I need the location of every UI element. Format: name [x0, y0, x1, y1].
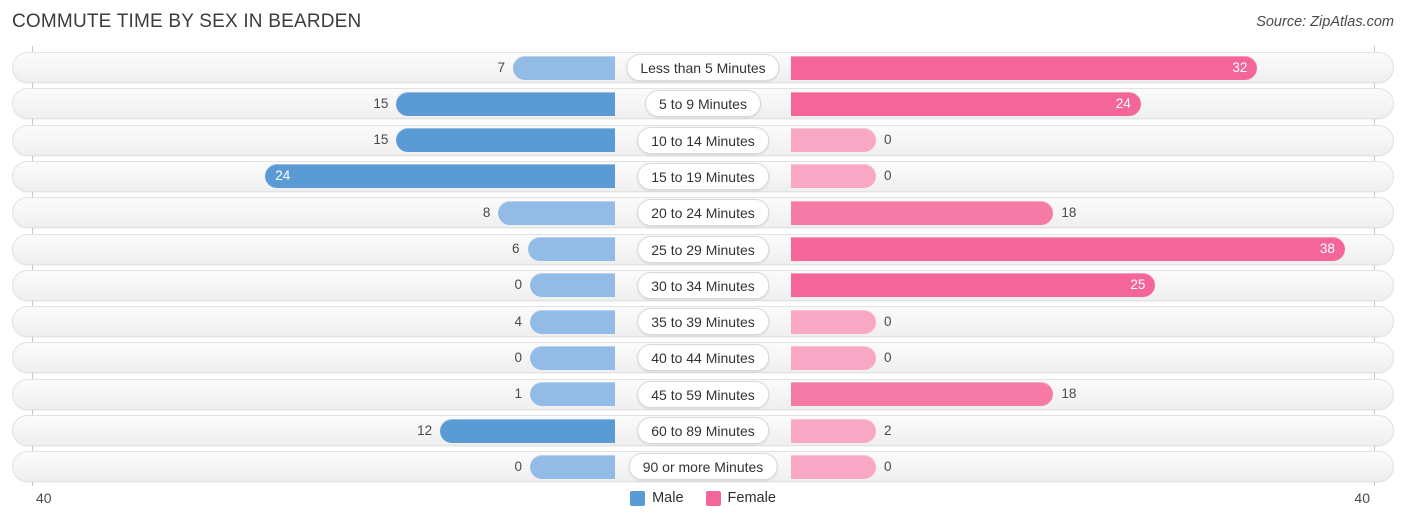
bar-value-female: 0: [884, 349, 892, 365]
legend-swatch-female-icon: [705, 490, 721, 506]
bar-value-female: 18: [1061, 386, 1077, 402]
chart-header: COMMUTE TIME BY SEX IN BEARDEN Source: Z…: [0, 0, 1406, 46]
bar-female[interactable]: [791, 55, 1258, 80]
bar-value-female: 24: [1115, 95, 1131, 111]
chart-legend: Male Female: [0, 490, 1406, 506]
category-label: 60 to 89 Minutes: [637, 417, 769, 444]
bar-value-male: 15: [373, 132, 389, 148]
category-label: Less than 5 Minutes: [626, 54, 780, 81]
bar-value-female: 0: [884, 313, 892, 329]
legend-item-male[interactable]: Male: [630, 490, 684, 506]
bar-value-male: 15: [373, 95, 389, 111]
bar-female[interactable]: [791, 273, 1156, 298]
category-label: 45 to 59 Minutes: [637, 380, 769, 408]
bar-value-male: 0: [514, 349, 522, 365]
category-label: 35 to 39 Minutes: [637, 308, 769, 336]
bar-value-female: 0: [884, 132, 892, 148]
bar-value-male: 6: [512, 241, 520, 256]
bar-female[interactable]: [791, 345, 876, 370]
bar-male[interactable]: [440, 418, 615, 443]
bar-value-female: 32: [1232, 59, 1248, 75]
category-label: 10 to 14 Minutes: [637, 126, 769, 154]
bar-male[interactable]: [498, 200, 615, 225]
legend-item-female[interactable]: Female: [705, 490, 776, 506]
bar-male[interactable]: [265, 164, 615, 189]
bar-value-male: 0: [514, 458, 522, 474]
bar-value-male: 0: [514, 277, 522, 293]
bar-value-female: 2: [884, 422, 892, 438]
category-label: 25 to 29 Minutes: [637, 235, 769, 263]
bar-male[interactable]: [530, 454, 615, 479]
bar-male[interactable]: [396, 128, 615, 153]
legend-label-male: Male: [652, 490, 684, 506]
bar-male[interactable]: [396, 91, 615, 116]
bar-male[interactable]: [530, 309, 615, 334]
legend-swatch-male-icon: [630, 490, 646, 506]
category-label: 20 to 24 Minutes: [637, 199, 769, 227]
bar-value-male: 8: [482, 204, 491, 220]
page-title: COMMUTE TIME BY SEX IN BEARDEN: [12, 11, 362, 32]
bar-female[interactable]: [791, 418, 876, 443]
bar-male[interactable]: [530, 273, 615, 298]
bar-female[interactable]: [791, 237, 1345, 261]
bar-female[interactable]: [791, 200, 1054, 225]
bar-male[interactable]: [512, 55, 615, 80]
legend-label-female: Female: [727, 490, 776, 506]
bar-value-male: 24: [275, 168, 291, 184]
bar-value-female: 0: [884, 458, 892, 474]
category-label: 5 to 9 Minutes: [645, 90, 761, 118]
bar-value-male: 7: [497, 59, 505, 75]
bar-male[interactable]: [530, 382, 615, 407]
bar-male[interactable]: [527, 237, 615, 261]
chart-plot-area: 7 32 Less than 5 Minutes 15 24 5 to 9 Minutes…: [0, 46, 1406, 486]
bar-female[interactable]: [791, 309, 876, 334]
bar-female[interactable]: [791, 164, 876, 189]
bar-value-male: 12: [417, 422, 433, 438]
bar-value-female: 0: [884, 168, 892, 184]
category-label: 15 to 19 Minutes: [637, 162, 769, 190]
bar-value-female: 38: [1319, 241, 1335, 256]
category-label: 30 to 34 Minutes: [637, 271, 769, 299]
category-label: 90 or more Minutes: [628, 453, 778, 481]
source-attribution: Source: ZipAtlas.com: [1256, 14, 1394, 30]
bar-female[interactable]: [791, 454, 876, 479]
bar-female[interactable]: [791, 382, 1054, 407]
bar-male[interactable]: [530, 345, 615, 370]
category-label: 40 to 44 Minutes: [637, 344, 769, 372]
bar-value-male: 1: [514, 386, 522, 402]
bar-value-female: 18: [1061, 204, 1077, 220]
bar-female[interactable]: [791, 128, 876, 153]
chart-footer: 40 40 Male Female: [0, 486, 1406, 523]
bar-female[interactable]: [791, 91, 1141, 116]
bar-value-female: 25: [1130, 277, 1146, 293]
bar-value-male: 4: [514, 313, 522, 329]
